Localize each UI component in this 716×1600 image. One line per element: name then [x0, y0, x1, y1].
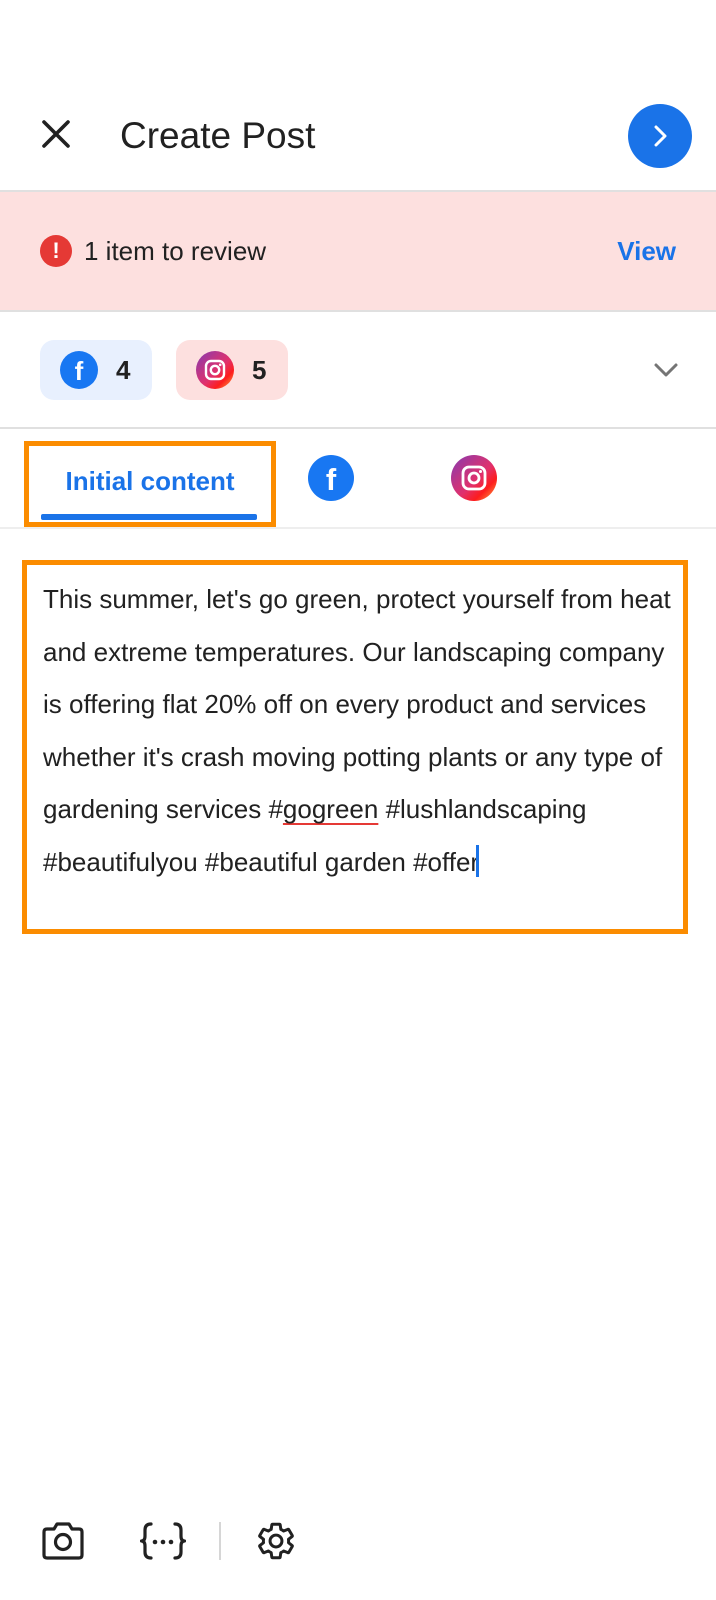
instagram-channel-chip[interactable]: 5	[176, 340, 288, 400]
view-link[interactable]: View	[617, 235, 676, 267]
alert-icon: !	[40, 235, 72, 267]
review-banner: ! 1 item to review View	[0, 192, 716, 312]
facebook-icon: f	[60, 351, 98, 389]
chevron-down-icon	[654, 363, 678, 377]
post-content-text: This summer, let's go green, protect you…	[43, 573, 683, 888]
tab-facebook[interactable]: f	[308, 455, 354, 501]
tab-initial-content-label: Initial content	[65, 466, 235, 496]
app-header: Create Post	[0, 86, 716, 192]
expand-channels-button[interactable]	[648, 352, 684, 388]
add-media-button[interactable]	[38, 1516, 88, 1566]
tab-initial-content[interactable]: Initial content	[24, 441, 276, 527]
close-icon	[42, 120, 70, 148]
text-cursor	[476, 844, 480, 877]
gear-icon	[258, 1522, 294, 1560]
camera-icon	[42, 1522, 84, 1560]
review-text: 1 item to review	[84, 236, 267, 266]
post-content-editor[interactable]: This summer, let's go green, protect you…	[22, 560, 688, 934]
svg-text:f: f	[75, 356, 84, 386]
misspelled-word[interactable]: gogreen	[283, 794, 378, 824]
instagram-channel-count: 5	[252, 354, 267, 385]
chevron-right-icon	[654, 125, 667, 147]
close-button[interactable]	[36, 114, 76, 154]
instagram-icon	[196, 351, 234, 389]
page-title: Create Post	[120, 115, 316, 156]
facebook-icon: f	[326, 462, 337, 497]
active-tab-indicator	[41, 514, 257, 520]
facebook-channel-chip[interactable]: f 4	[40, 340, 152, 400]
variables-icon	[140, 1522, 186, 1560]
channel-selector: f 4 5	[0, 312, 716, 429]
post-text-main: This summer, let's go green, protect you…	[43, 584, 679, 824]
bottom-toolbar	[0, 1512, 716, 1572]
toolbar-divider	[219, 1522, 221, 1560]
svg-text:f: f	[326, 462, 337, 497]
instagram-icon	[461, 465, 487, 491]
tab-instagram[interactable]	[451, 455, 497, 501]
content-tabs: Initial content f	[0, 429, 716, 529]
next-button[interactable]	[628, 104, 692, 168]
post-settings-button[interactable]	[251, 1516, 301, 1566]
insert-variable-button[interactable]	[138, 1516, 188, 1566]
facebook-channel-count: 4	[116, 354, 131, 385]
